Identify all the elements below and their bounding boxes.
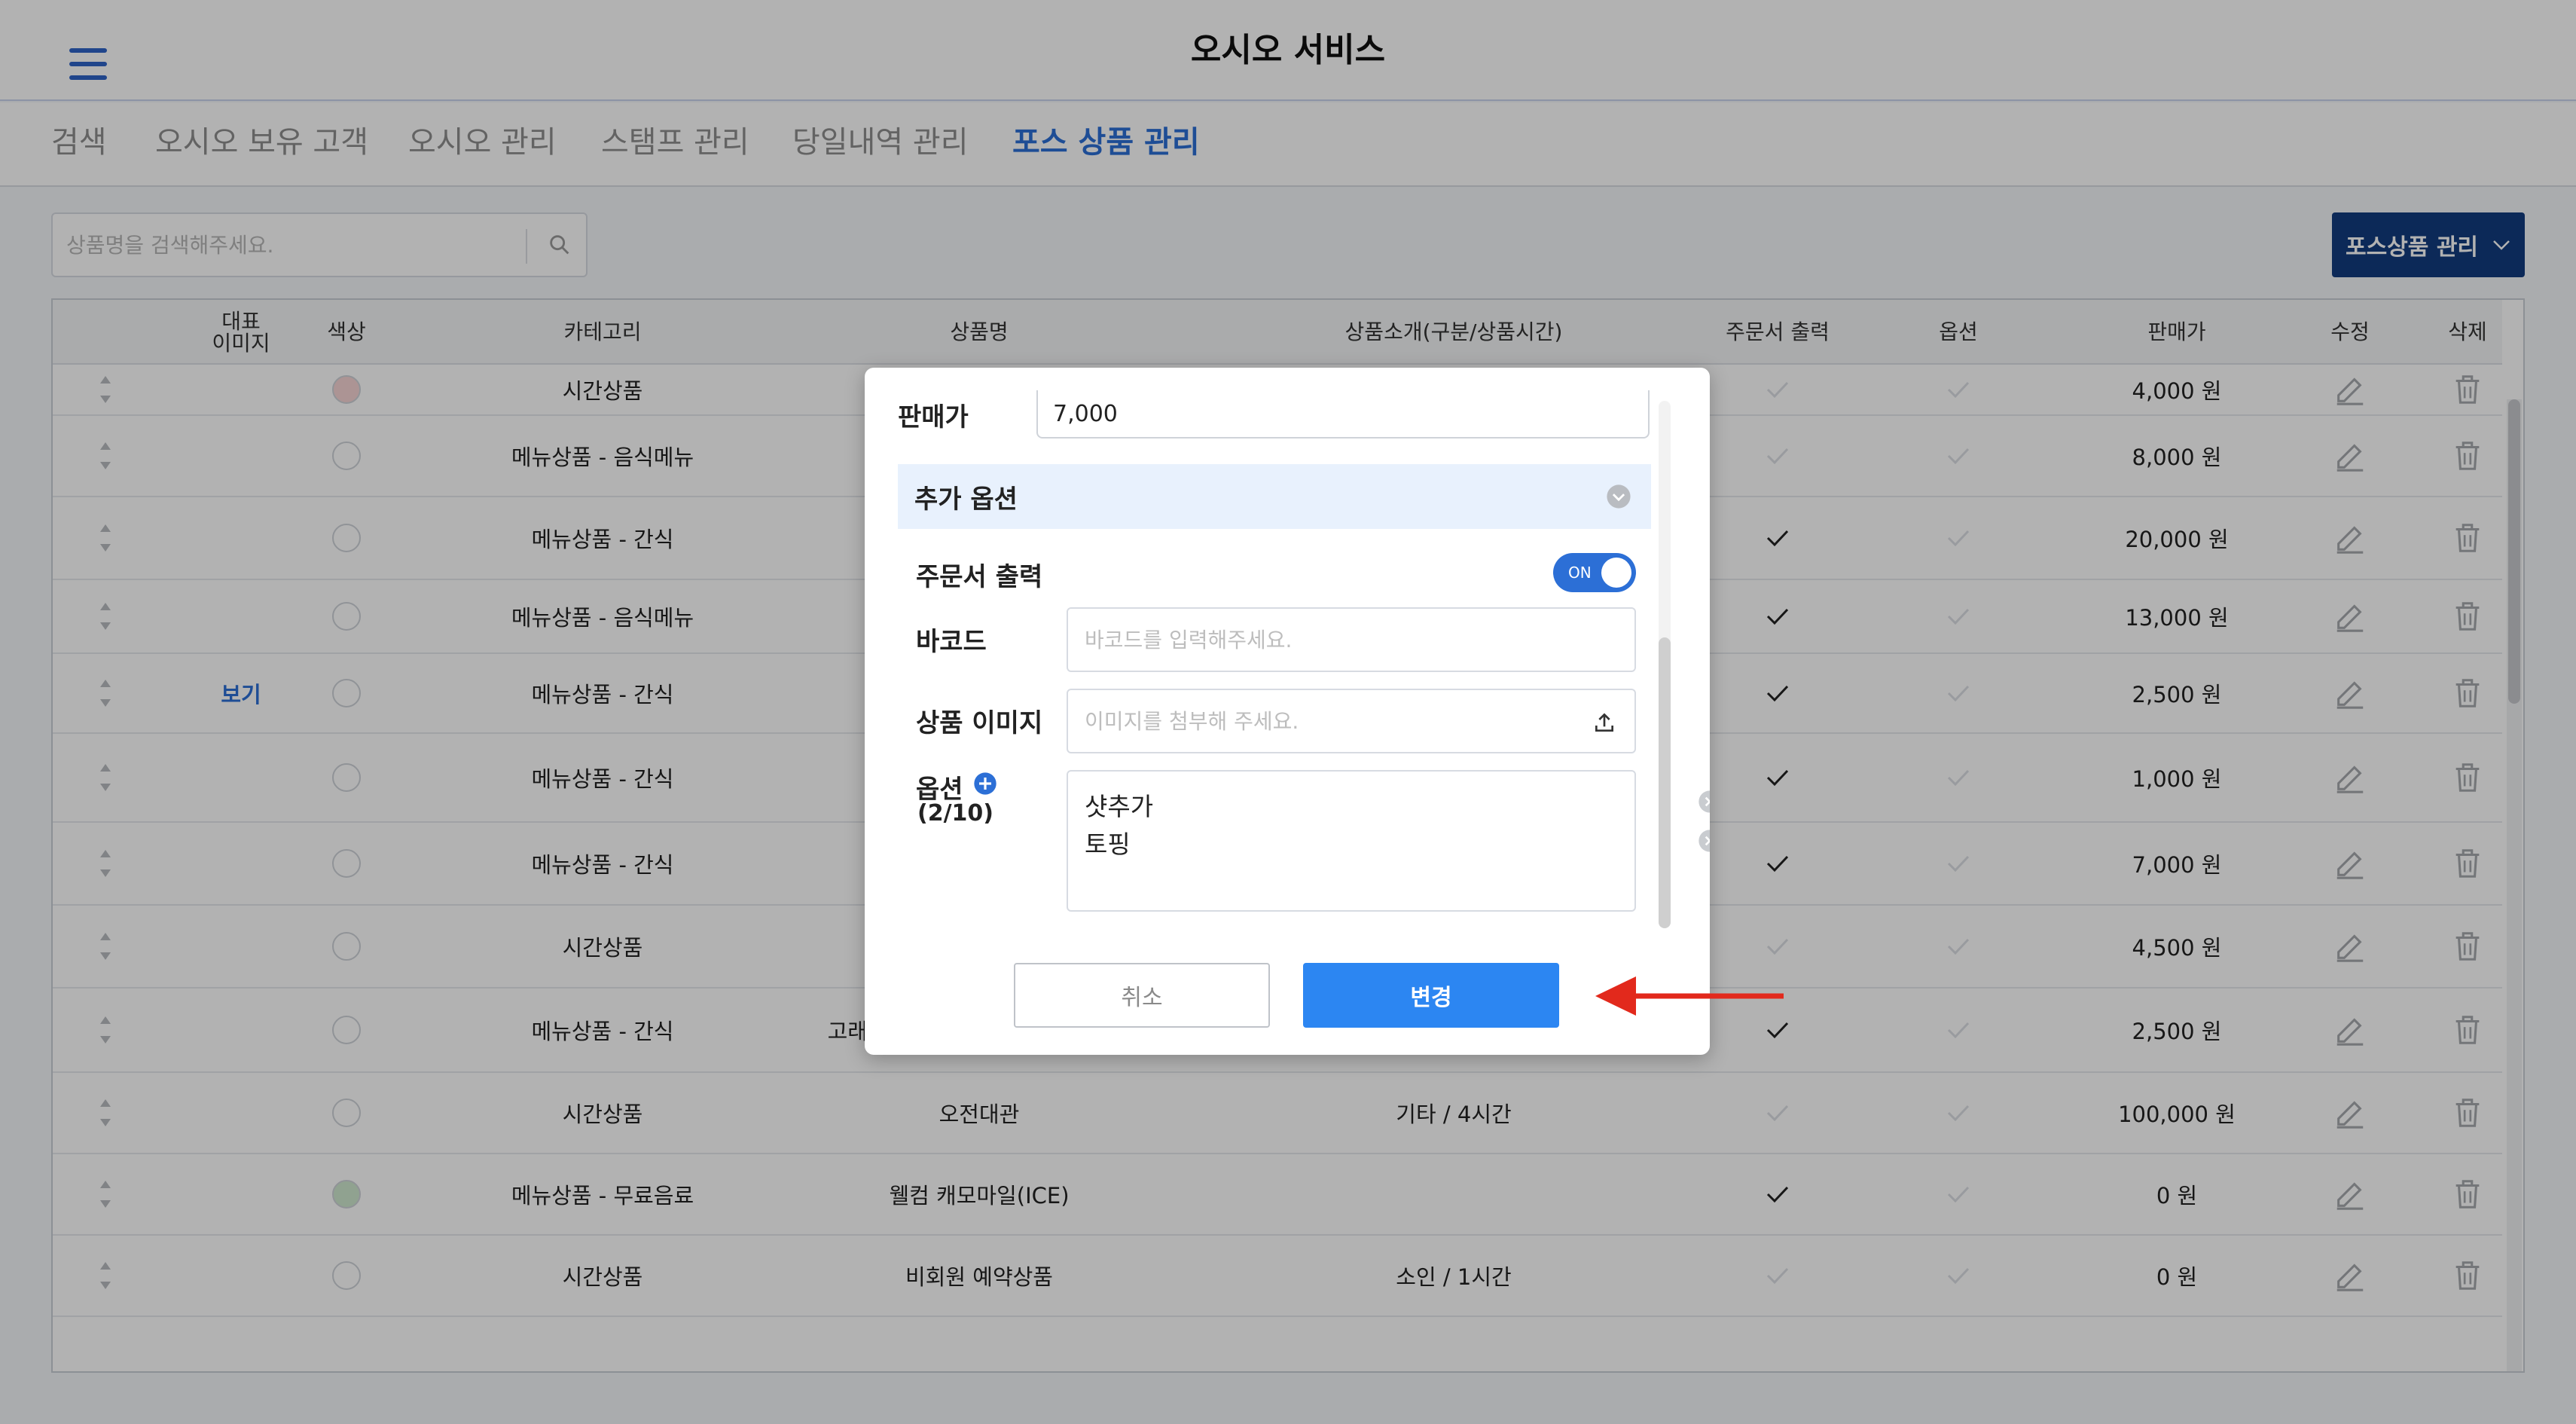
- barcode-label: 바코드: [916, 627, 987, 657]
- option-count: (2/10): [917, 800, 994, 827]
- cancel-button[interactable]: 취소: [1014, 963, 1270, 1028]
- annotation-arrow-icon: [1595, 976, 1784, 1016]
- accordion-title: 추가 옵션: [914, 484, 1018, 515]
- edit-product-modal: 판매가 7,000 추가 옵션 주문서 출력 ON 바코드 상품 이미지 옵션 …: [865, 368, 1710, 1055]
- toggle-on-label: ON: [1568, 564, 1592, 582]
- options-list: 샷추가 토핑: [1067, 770, 1710, 912]
- option-item: 토핑: [1085, 830, 1131, 859]
- product-image-label: 상품 이미지: [916, 708, 1043, 738]
- price-label: 판매가: [898, 402, 969, 432]
- remove-option-icon[interactable]: [1698, 829, 1710, 853]
- product-image-input[interactable]: [1067, 689, 1636, 753]
- add-option-icon[interactable]: [973, 772, 997, 796]
- price-input[interactable]: 7,000: [1036, 390, 1650, 439]
- order-print-label: 주문서 출력: [916, 562, 1043, 592]
- remove-option-icon[interactable]: [1698, 790, 1710, 814]
- modal-scrollbar-thumb[interactable]: [1659, 637, 1671, 928]
- chevron-down-icon: [1607, 484, 1631, 509]
- toggle-knob: [1601, 558, 1631, 588]
- option-item: 샷추가: [1085, 792, 1154, 821]
- barcode-input[interactable]: [1067, 607, 1636, 672]
- confirm-change-button[interactable]: 변경: [1303, 963, 1559, 1028]
- additional-options-accordion[interactable]: 추가 옵션: [898, 464, 1651, 529]
- modal-scrollbar[interactable]: [1659, 401, 1671, 928]
- upload-icon[interactable]: [1592, 710, 1616, 735]
- order-print-toggle[interactable]: ON: [1553, 553, 1636, 592]
